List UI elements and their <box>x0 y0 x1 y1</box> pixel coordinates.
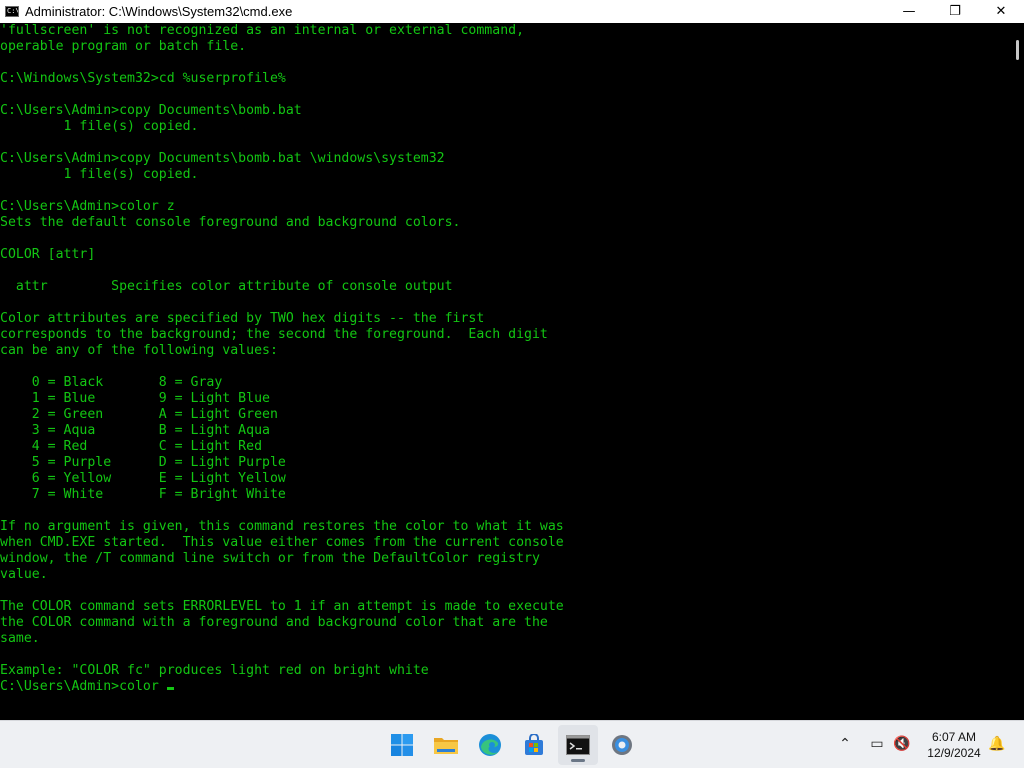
window-controls: — ❐ ✕ <box>886 0 1024 23</box>
title-bar[interactable]: C:\ Administrator: C:\Windows\System32\c… <box>0 0 1024 23</box>
scrollbar-thumb[interactable] <box>1016 40 1019 60</box>
edge-icon <box>479 734 501 756</box>
console-area[interactable]: 'fullscreen' is not recognized as an int… <box>0 23 1004 720</box>
clock-date: 12/9/2024 <box>927 746 981 760</box>
maximize-button[interactable]: ❐ <box>932 0 978 23</box>
minimize-button[interactable]: — <box>886 0 932 23</box>
close-button[interactable]: ✕ <box>978 0 1024 23</box>
folder-icon <box>434 738 458 754</box>
chevron-up-icon[interactable]: ⌃ <box>834 733 856 755</box>
windows-logo-icon <box>391 734 413 756</box>
taskbar-file-explorer[interactable] <box>426 725 466 765</box>
notification-bell-icon[interactable]: 🔔 <box>986 733 1008 755</box>
gear-icon <box>612 735 632 755</box>
taskbar-command-prompt[interactable] <box>558 725 598 765</box>
text-cursor <box>166 687 174 690</box>
start-button[interactable] <box>382 725 422 765</box>
minimize-icon: — <box>902 4 916 19</box>
console-history: 'fullscreen' is not recognized as an int… <box>0 23 564 678</box>
console-output: 'fullscreen' is not recognized as an int… <box>0 23 564 695</box>
restore-icon: ❐ <box>949 4 961 19</box>
window-title: Administrator: C:\Windows\System32\cmd.e… <box>25 4 293 19</box>
cmd-app-icon[interactable]: C:\ <box>5 6 19 17</box>
taskbar-settings[interactable] <box>602 725 642 765</box>
close-icon: ✕ <box>995 4 1007 19</box>
vertical-scrollbar[interactable] <box>1004 23 1024 720</box>
active-indicator <box>571 759 585 762</box>
terminal-icon <box>566 735 590 755</box>
system-clock[interactable]: 6:07 AM 12/9/2024 <box>918 729 990 761</box>
volume-muted-icon[interactable]: 🔇 <box>891 733 913 755</box>
taskbar: ⌃ ▭ 🔇 6:07 AM 12/9/2024 🔔 <box>0 720 1024 768</box>
command-prompt[interactable]: C:\Users\Admin>color <box>0 679 159 694</box>
taskbar-store[interactable] <box>514 725 554 765</box>
clock-time: 6:07 AM <box>931 730 977 744</box>
store-icon <box>525 734 543 755</box>
taskbar-edge[interactable] <box>470 725 510 765</box>
network-icon[interactable]: ▭ <box>866 733 888 755</box>
